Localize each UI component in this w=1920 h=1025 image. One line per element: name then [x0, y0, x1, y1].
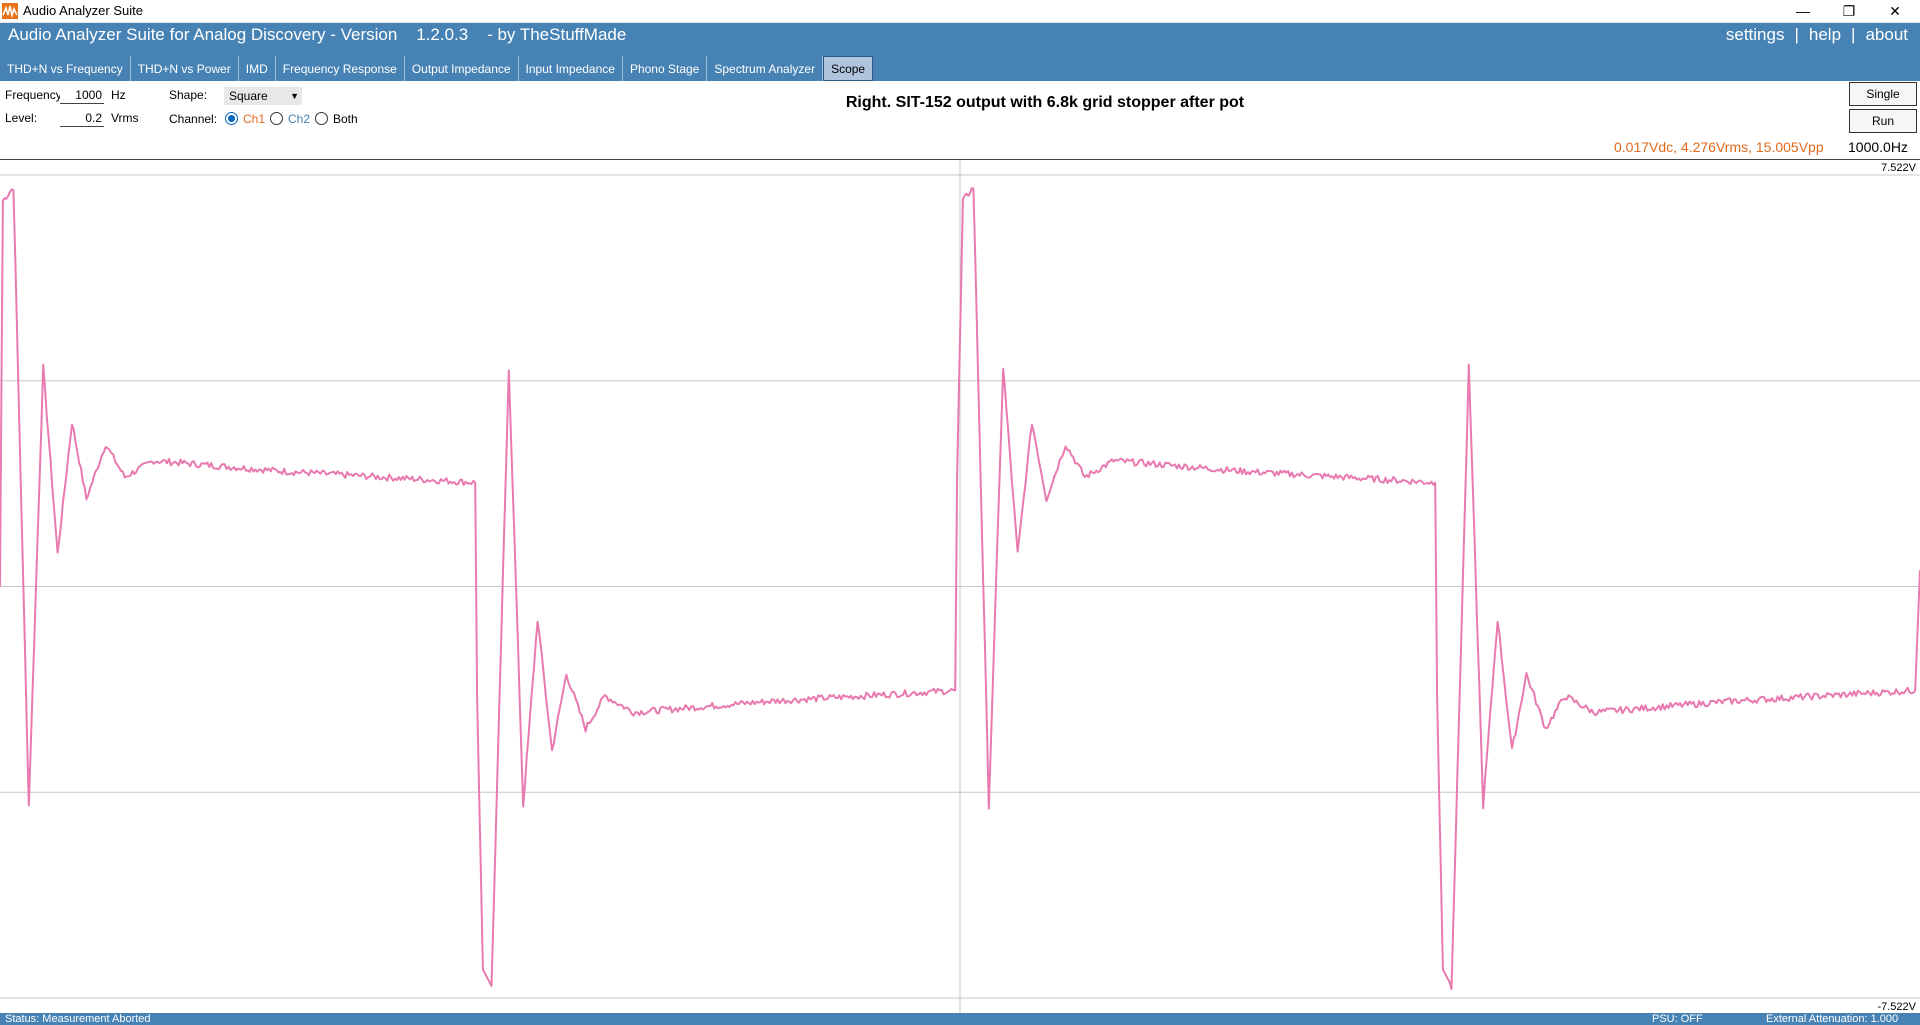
- y-max-tick-label: 7.522V: [1881, 162, 1916, 174]
- settings-link[interactable]: settings: [1726, 25, 1785, 45]
- level-unit: Vrms: [111, 111, 139, 125]
- tab-thdn-vs-power[interactable]: THD+N vs Power: [130, 56, 239, 81]
- tab-frequency-response[interactable]: Frequency Response: [275, 56, 405, 81]
- link-separator: |: [1851, 25, 1856, 44]
- window-titlebar: Audio Analyzer Suite — ❐ ✕: [0, 0, 1920, 23]
- psu-status: PSU: OFF: [1652, 1013, 1703, 1025]
- single-button[interactable]: Single: [1849, 82, 1917, 106]
- help-link[interactable]: help: [1809, 25, 1841, 45]
- run-button[interactable]: Run: [1849, 109, 1917, 133]
- restore-button[interactable]: ❐: [1826, 0, 1872, 22]
- controls-panel: Frequency: Hz Level: Vrms Shape: Square …: [0, 81, 1920, 159]
- level-label: Level:: [5, 111, 38, 125]
- tab-input-impedance[interactable]: Input Impedance: [518, 56, 623, 81]
- window-title: Audio Analyzer Suite: [23, 3, 143, 18]
- status-text: Status: Measurement Aborted: [5, 1013, 151, 1025]
- about-link[interactable]: about: [1865, 25, 1908, 45]
- header-links: settings | help | about: [1726, 25, 1908, 45]
- tab-output-impedance[interactable]: Output Impedance: [404, 56, 519, 81]
- tab-imd[interactable]: IMD: [238, 56, 276, 81]
- frequency-readout: 1000.0Hz: [1848, 139, 1908, 155]
- link-separator: |: [1794, 25, 1799, 44]
- tab-phono-stage[interactable]: Phono Stage: [622, 56, 708, 81]
- scope-chart: [0, 160, 1920, 1014]
- ch1-label: Ch1: [243, 112, 266, 126]
- tab-spectrum-analyzer[interactable]: Spectrum Analyzer: [707, 56, 824, 81]
- tab-bar: THD+N vs Frequency THD+N vs Power IMD Fr…: [0, 56, 874, 81]
- scope-plot[interactable]: 7.522V -7.522V: [0, 159, 1920, 1014]
- measurement-readout: 0.017Vdc, 4.276Vrms, 15.005Vpp: [1614, 139, 1824, 155]
- status-bar: Status: Measurement Aborted PSU: OFF Ext…: [0, 1013, 1920, 1025]
- app-header: Audio Analyzer Suite for Analog Discover…: [0, 23, 1920, 81]
- minimize-button[interactable]: —: [1780, 0, 1826, 22]
- y-min-tick-label: -7.522V: [1877, 1001, 1916, 1013]
- channel-label: Channel:: [169, 112, 218, 126]
- app-logo-icon: [2, 3, 18, 19]
- close-button[interactable]: ✕: [1872, 0, 1918, 22]
- tab-scope[interactable]: Scope: [823, 56, 874, 81]
- chart-title: Right. SIT-152 output with 6.8k grid sto…: [845, 94, 1245, 111]
- ch2-radio[interactable]: [270, 112, 283, 125]
- attenuation-status: External Attenuation: 1.000: [1766, 1013, 1899, 1025]
- ch1-radio[interactable]: [225, 112, 238, 125]
- both-radio[interactable]: [315, 112, 328, 125]
- tab-thdn-vs-frequency[interactable]: THD+N vs Frequency: [0, 56, 131, 81]
- app-title: Audio Analyzer Suite for Analog Discover…: [8, 25, 627, 44]
- ch2-label: Ch2: [288, 112, 311, 126]
- both-label: Both: [333, 112, 358, 126]
